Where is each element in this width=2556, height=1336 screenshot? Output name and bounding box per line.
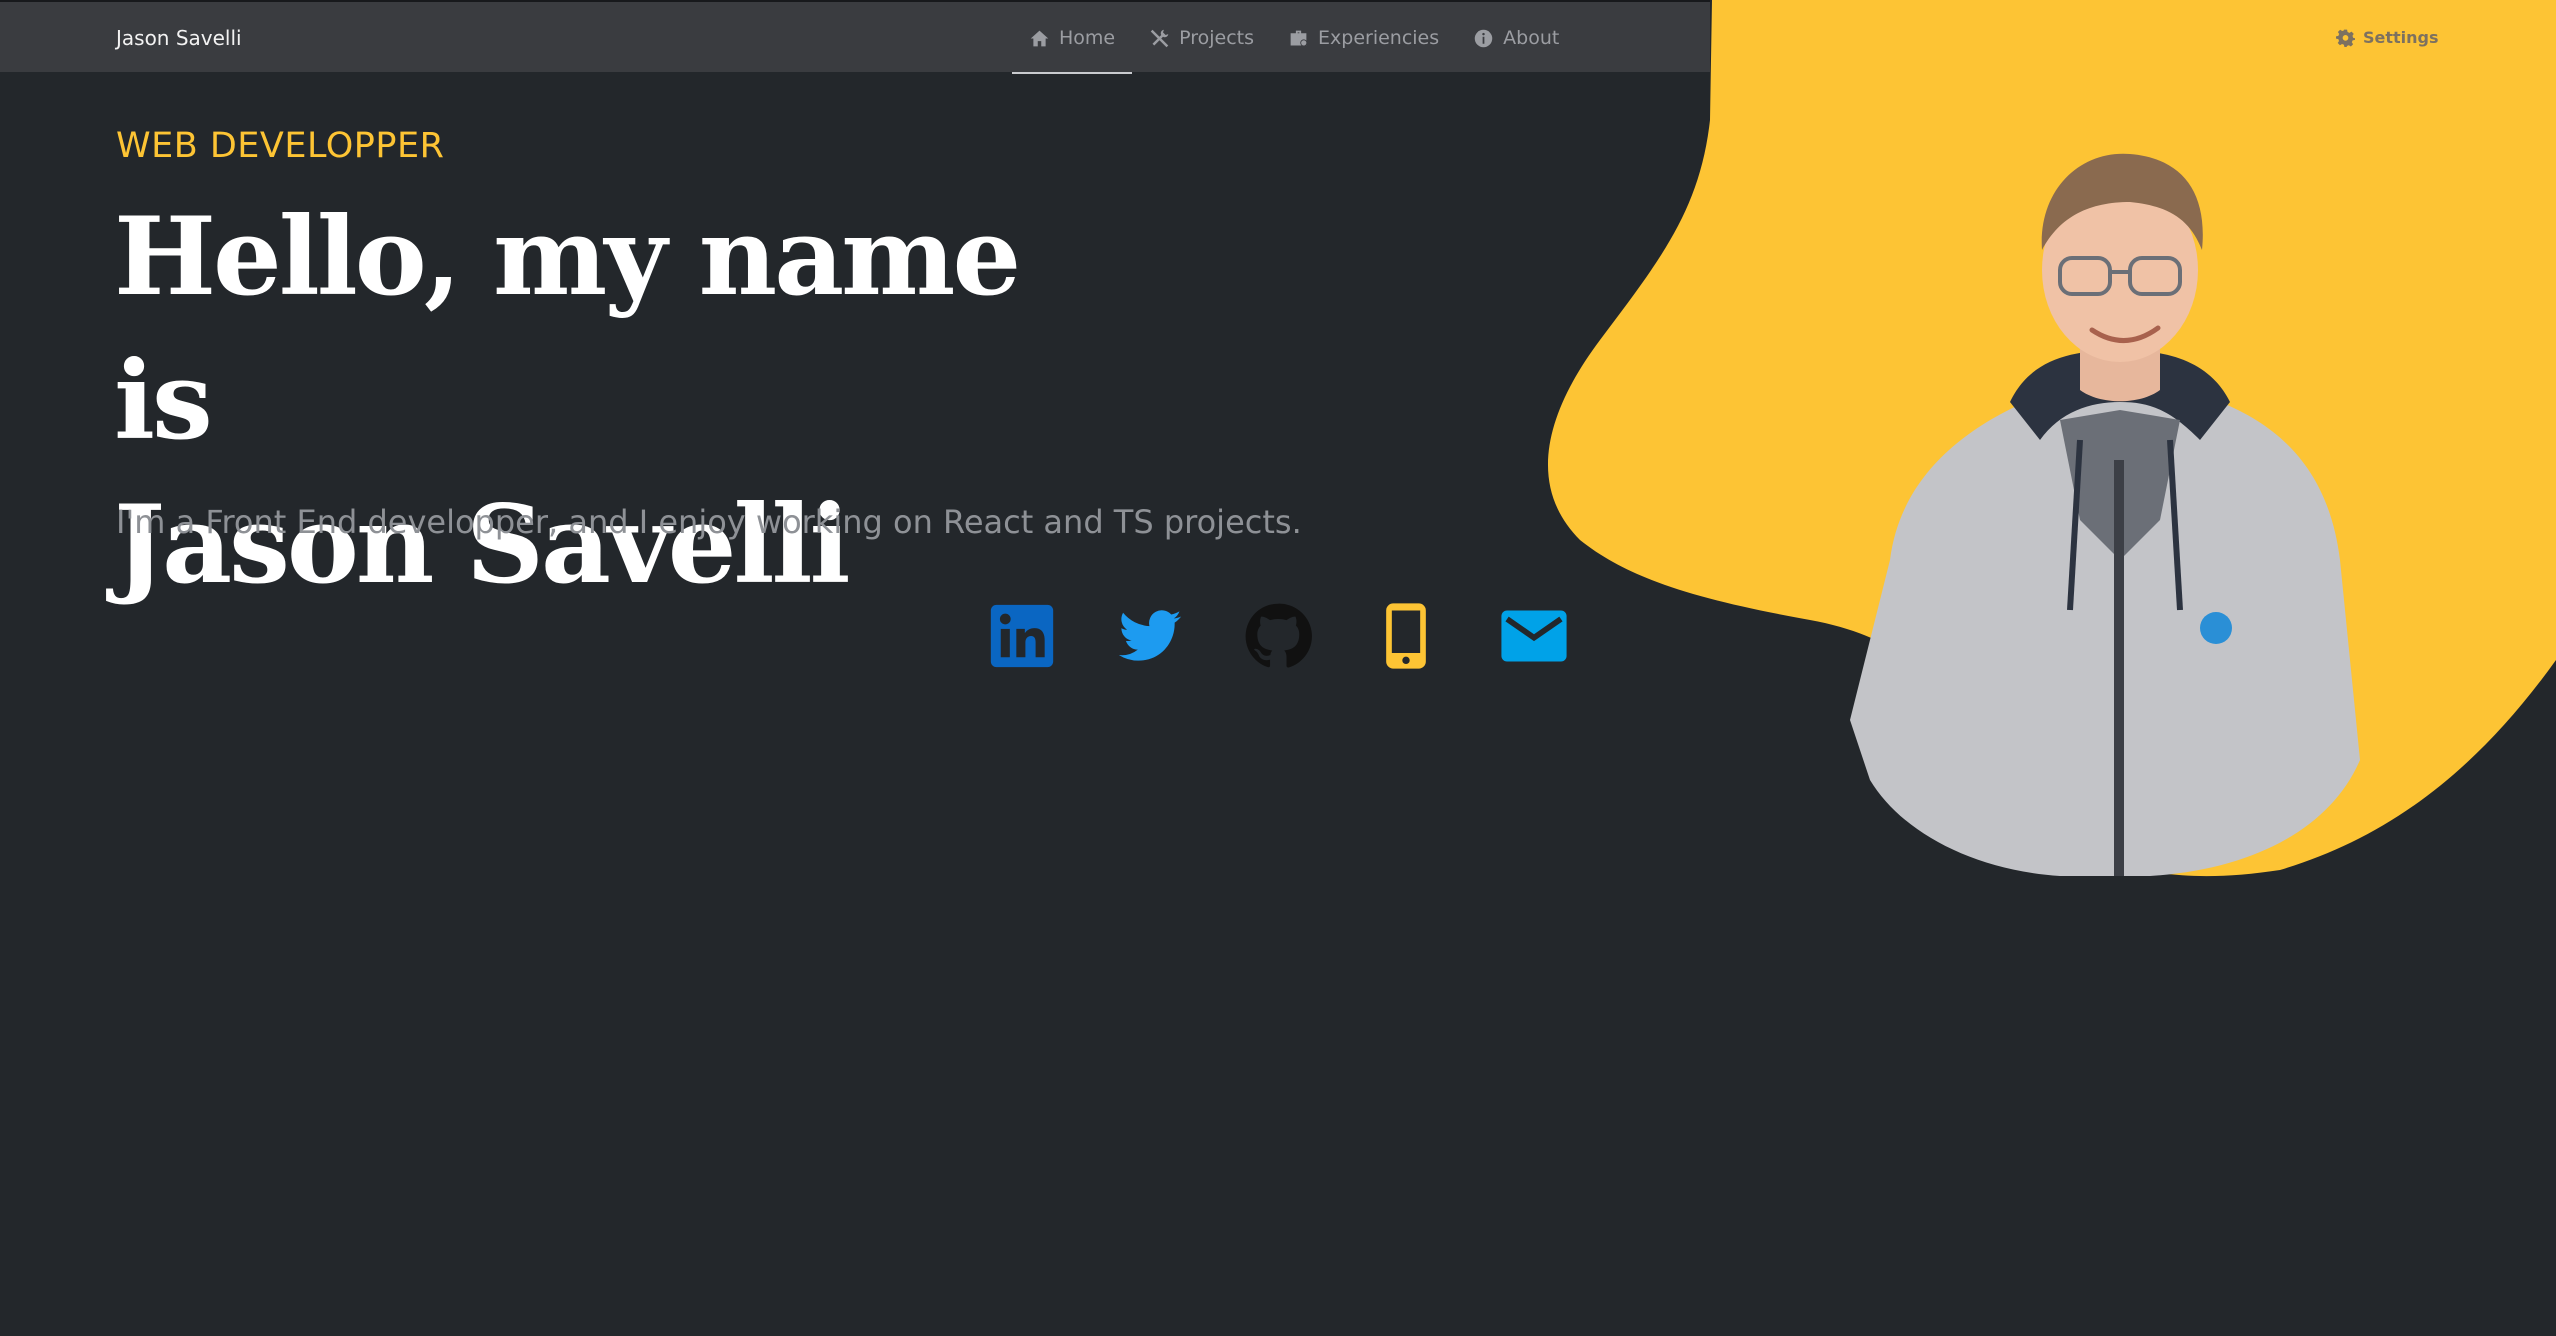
hero-title-line2: Jason Savelli [114,482,851,608]
settings-button[interactable]: Settings [2336,22,2439,52]
phone-icon [1386,603,1426,669]
hero-eyebrow: WEB DEVELOPPER [116,126,445,166]
main-nav: Home Projects Experiencies About [1012,2,1576,74]
hero-title-line1: Hello, my name is [114,194,1021,464]
brand-link[interactable]: Jason Savelli [116,2,242,74]
github-icon [1245,603,1312,668]
tools-icon [1150,29,1169,47]
github-link[interactable] [1238,596,1318,676]
nav-item-projects[interactable]: Projects [1132,2,1271,74]
twitter-icon [1118,610,1182,661]
linkedin-link[interactable] [982,596,1062,676]
mail-link[interactable] [1494,596,1574,676]
profile-photo [1850,153,2360,876]
navbar: Jason Savelli Home Projects Experiencies… [0,0,1710,74]
nav-item-label: Projects [1179,27,1255,49]
info-icon [1474,29,1493,47]
linkedin-icon [990,604,1054,668]
twitter-link[interactable] [1110,596,1190,676]
phone-link[interactable] [1366,596,1446,676]
nav-item-home[interactable]: Home [1012,2,1133,74]
nav-item-label: Home [1059,27,1116,49]
nav-item-about[interactable]: About [1456,2,1576,74]
hero-subtitle: I'm a Front End developper, and I enjoy … [116,503,1302,541]
settings-label: Settings [2363,27,2439,47]
nav-item-experiencies[interactable]: Experiencies [1271,2,1456,74]
home-icon [1030,30,1049,46]
gear-icon [2336,29,2355,47]
briefcase-icon [1290,30,1308,46]
hero-title: Hello, my name is Jason Savelli [114,185,1114,617]
mail-icon [1501,610,1567,662]
nav-item-label: About [1503,27,1560,49]
nav-item-label: Experiencies [1318,27,1440,49]
social-links [982,596,1622,676]
